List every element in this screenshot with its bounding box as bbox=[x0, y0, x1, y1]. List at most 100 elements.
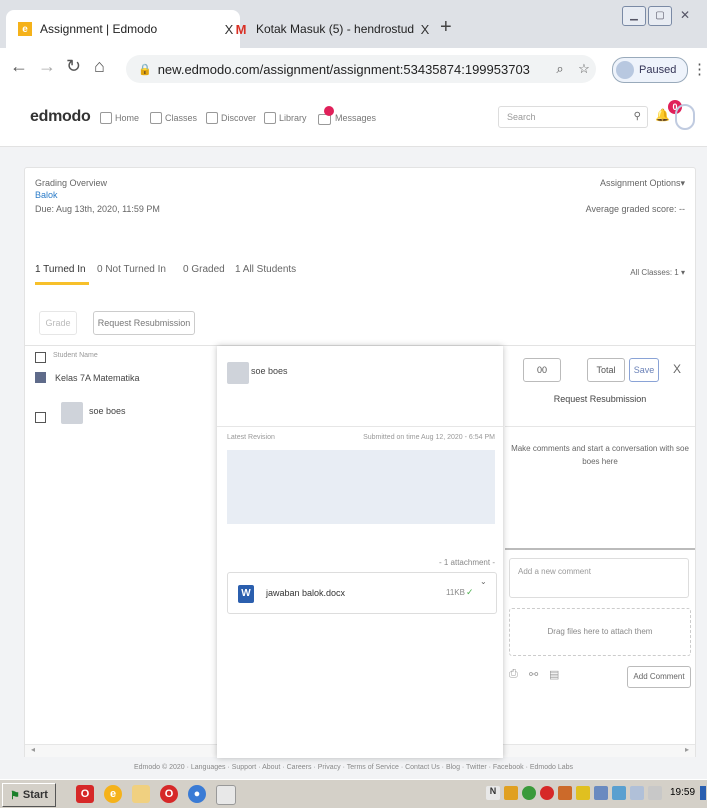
save-button[interactable]: Save bbox=[629, 358, 659, 382]
tray-icon[interactable] bbox=[612, 786, 626, 800]
tray-icon[interactable] bbox=[504, 786, 518, 800]
home-icon[interactable]: ⌂ bbox=[94, 56, 105, 77]
windows-flag-icon: ⚑ bbox=[10, 789, 20, 802]
tab-title: Kotak Masuk (5) - hendrostuden bbox=[256, 22, 414, 36]
close-panel-icon[interactable]: X bbox=[673, 362, 681, 376]
close-window-icon[interactable]: ✕ bbox=[680, 8, 690, 22]
maximize-window-icon[interactable]: ▢ bbox=[648, 6, 672, 26]
folder-icon[interactable] bbox=[132, 785, 150, 803]
opera-icon[interactable]: O bbox=[160, 785, 178, 803]
grade-button[interactable]: Grade bbox=[39, 311, 77, 335]
taskbar-clock: 19:59 bbox=[670, 787, 696, 798]
attach-file-icon[interactable]: ⎙ bbox=[509, 668, 518, 681]
submitted-time: Submitted on time Aug 12, 2020 - 6:54 PM bbox=[363, 434, 495, 441]
tab-not-turned-in[interactable]: 0 Not Turned In bbox=[97, 264, 166, 275]
score-input[interactable]: 00 bbox=[523, 358, 561, 382]
url-text[interactable]: new.edmodo.com/assignment/assignment:534… bbox=[158, 62, 548, 77]
student-name-header: Student Name bbox=[53, 352, 98, 359]
submission-panel: soe boes Latest Revision Submitted on ti… bbox=[217, 346, 503, 758]
request-resubmission-button[interactable]: Request Resubmission bbox=[93, 311, 195, 335]
group-name[interactable]: Kelas 7A Matematika bbox=[55, 373, 140, 383]
discover-icon bbox=[206, 112, 218, 124]
divider bbox=[505, 548, 695, 550]
select-all-checkbox[interactable] bbox=[35, 352, 46, 363]
tray-icon[interactable]: N bbox=[486, 786, 500, 800]
divider bbox=[505, 426, 695, 427]
reload-icon[interactable]: ↻ bbox=[66, 56, 81, 77]
search-icon[interactable]: ⚲ bbox=[634, 111, 641, 122]
edmodo-header: edmodo Home Classes Discover Library Mes… bbox=[0, 90, 707, 147]
nav-label: Library bbox=[279, 113, 307, 123]
nav-discover[interactable]: Discover bbox=[206, 112, 256, 124]
attachment-card[interactable]: W jawaban balok.docx 11KB ✓ ⌄ bbox=[227, 572, 497, 614]
nav-label: Classes bbox=[165, 113, 198, 123]
tray-icon[interactable] bbox=[558, 786, 572, 800]
back-icon[interactable]: ← bbox=[10, 56, 28, 77]
comment-input[interactable]: Add a new comment bbox=[509, 558, 689, 598]
tab-graded[interactable]: 0 Graded bbox=[183, 264, 225, 275]
network-icon[interactable] bbox=[594, 786, 608, 800]
scroll-left-icon[interactable]: ◂ bbox=[31, 745, 35, 754]
taskbar-app-icon[interactable]: O bbox=[76, 785, 94, 803]
attachment-count: - 1 attachment - bbox=[438, 558, 495, 567]
new-tab-button[interactable]: + bbox=[440, 16, 452, 39]
edmodo-logo[interactable]: edmodo bbox=[30, 108, 91, 126]
lock-icon: 🔒 bbox=[138, 63, 152, 76]
file-name[interactable]: jawaban balok.docx bbox=[266, 588, 345, 598]
tab-assignment[interactable]: e Assignment | Edmodo X bbox=[6, 10, 240, 48]
chrome-icon[interactable]: ● bbox=[188, 785, 206, 803]
library-icon bbox=[264, 112, 276, 124]
search-input[interactable]: Search ⚲ bbox=[498, 106, 648, 128]
assignment-options-link[interactable]: Assignment Options▾ bbox=[600, 178, 685, 189]
nav-home[interactable]: Home bbox=[100, 112, 139, 124]
action-bar: Grade Request Resubmission bbox=[24, 303, 696, 346]
browser-toolbar: ← → ↻ ⌂ 🔒 new.edmodo.com/assignment/assi… bbox=[0, 48, 707, 91]
forward-icon[interactable]: → bbox=[38, 56, 56, 77]
browser-icon[interactable]: e bbox=[104, 785, 122, 803]
start-label: Start bbox=[22, 789, 48, 801]
nav-messages[interactable]: Messages bbox=[318, 106, 376, 125]
close-tab-icon[interactable]: X bbox=[414, 22, 436, 37]
average-score: Average graded score: -- bbox=[585, 204, 685, 214]
divider bbox=[217, 426, 503, 427]
tray-icon[interactable] bbox=[522, 786, 536, 800]
main-content: Grading Overview Balok Due: Aug 13th, 20… bbox=[0, 147, 707, 759]
zoom-icon[interactable]: ⌕ bbox=[548, 61, 572, 77]
user-avatar[interactable] bbox=[675, 104, 695, 130]
scroll-right-icon[interactable]: ▸ bbox=[685, 745, 689, 754]
chevron-down-icon[interactable]: ⌄ bbox=[480, 577, 487, 586]
classes-filter[interactable]: All Classes: 1 ▾ bbox=[630, 268, 685, 277]
tray-icon[interactable] bbox=[540, 786, 554, 800]
total-input[interactable]: Total bbox=[587, 358, 625, 382]
assignment-name-link[interactable]: Balok bbox=[35, 190, 58, 200]
add-comment-button[interactable]: Add Comment bbox=[627, 666, 691, 688]
show-desktop-icon[interactable] bbox=[700, 786, 706, 800]
gmail-favicon-icon: M bbox=[235, 21, 247, 37]
file-drop-zone[interactable]: Drag files here to attach them bbox=[509, 608, 691, 656]
profile-button[interactable]: Paused bbox=[612, 57, 688, 83]
minimize-window-icon[interactable]: ▁ bbox=[622, 6, 646, 26]
star-icon[interactable]: ☆ bbox=[572, 61, 596, 77]
submitter-avatar bbox=[227, 362, 249, 384]
nav-library[interactable]: Library bbox=[264, 112, 307, 124]
link-icon[interactable]: ⚯ bbox=[529, 668, 538, 681]
window-icon[interactable] bbox=[216, 785, 236, 805]
tab-turned-in[interactable]: 1 Turned In bbox=[35, 264, 86, 275]
browser-tab-strip: e Assignment | Edmodo X M Kotak Masuk (5… bbox=[0, 0, 707, 48]
start-button[interactable]: ⚑ Start bbox=[2, 783, 56, 807]
student-checkbox[interactable] bbox=[35, 412, 46, 423]
page-footer: Edmodo © 2020 · Languages · Support · Ab… bbox=[0, 757, 707, 779]
tray-icon[interactable] bbox=[576, 786, 590, 800]
nav-classes[interactable]: Classes bbox=[150, 112, 197, 124]
profile-avatar bbox=[616, 61, 634, 79]
menu-icon[interactable]: ⋮ bbox=[692, 60, 707, 78]
flag-icon[interactable] bbox=[630, 786, 644, 800]
address-bar[interactable]: 🔒 new.edmodo.com/assignment/assignment:5… bbox=[126, 55, 596, 83]
tab-all-students[interactable]: 1 All Students bbox=[235, 264, 296, 275]
volume-icon[interactable] bbox=[648, 786, 662, 800]
tab-gmail[interactable]: M Kotak Masuk (5) - hendrostuden X bbox=[222, 10, 436, 48]
library-icon[interactable]: ▤ bbox=[549, 668, 559, 681]
student-name[interactable]: soe boes bbox=[89, 406, 126, 416]
notifications-icon[interactable]: 🔔 bbox=[655, 108, 670, 122]
request-resubmission-link[interactable]: Request Resubmission bbox=[505, 394, 695, 404]
